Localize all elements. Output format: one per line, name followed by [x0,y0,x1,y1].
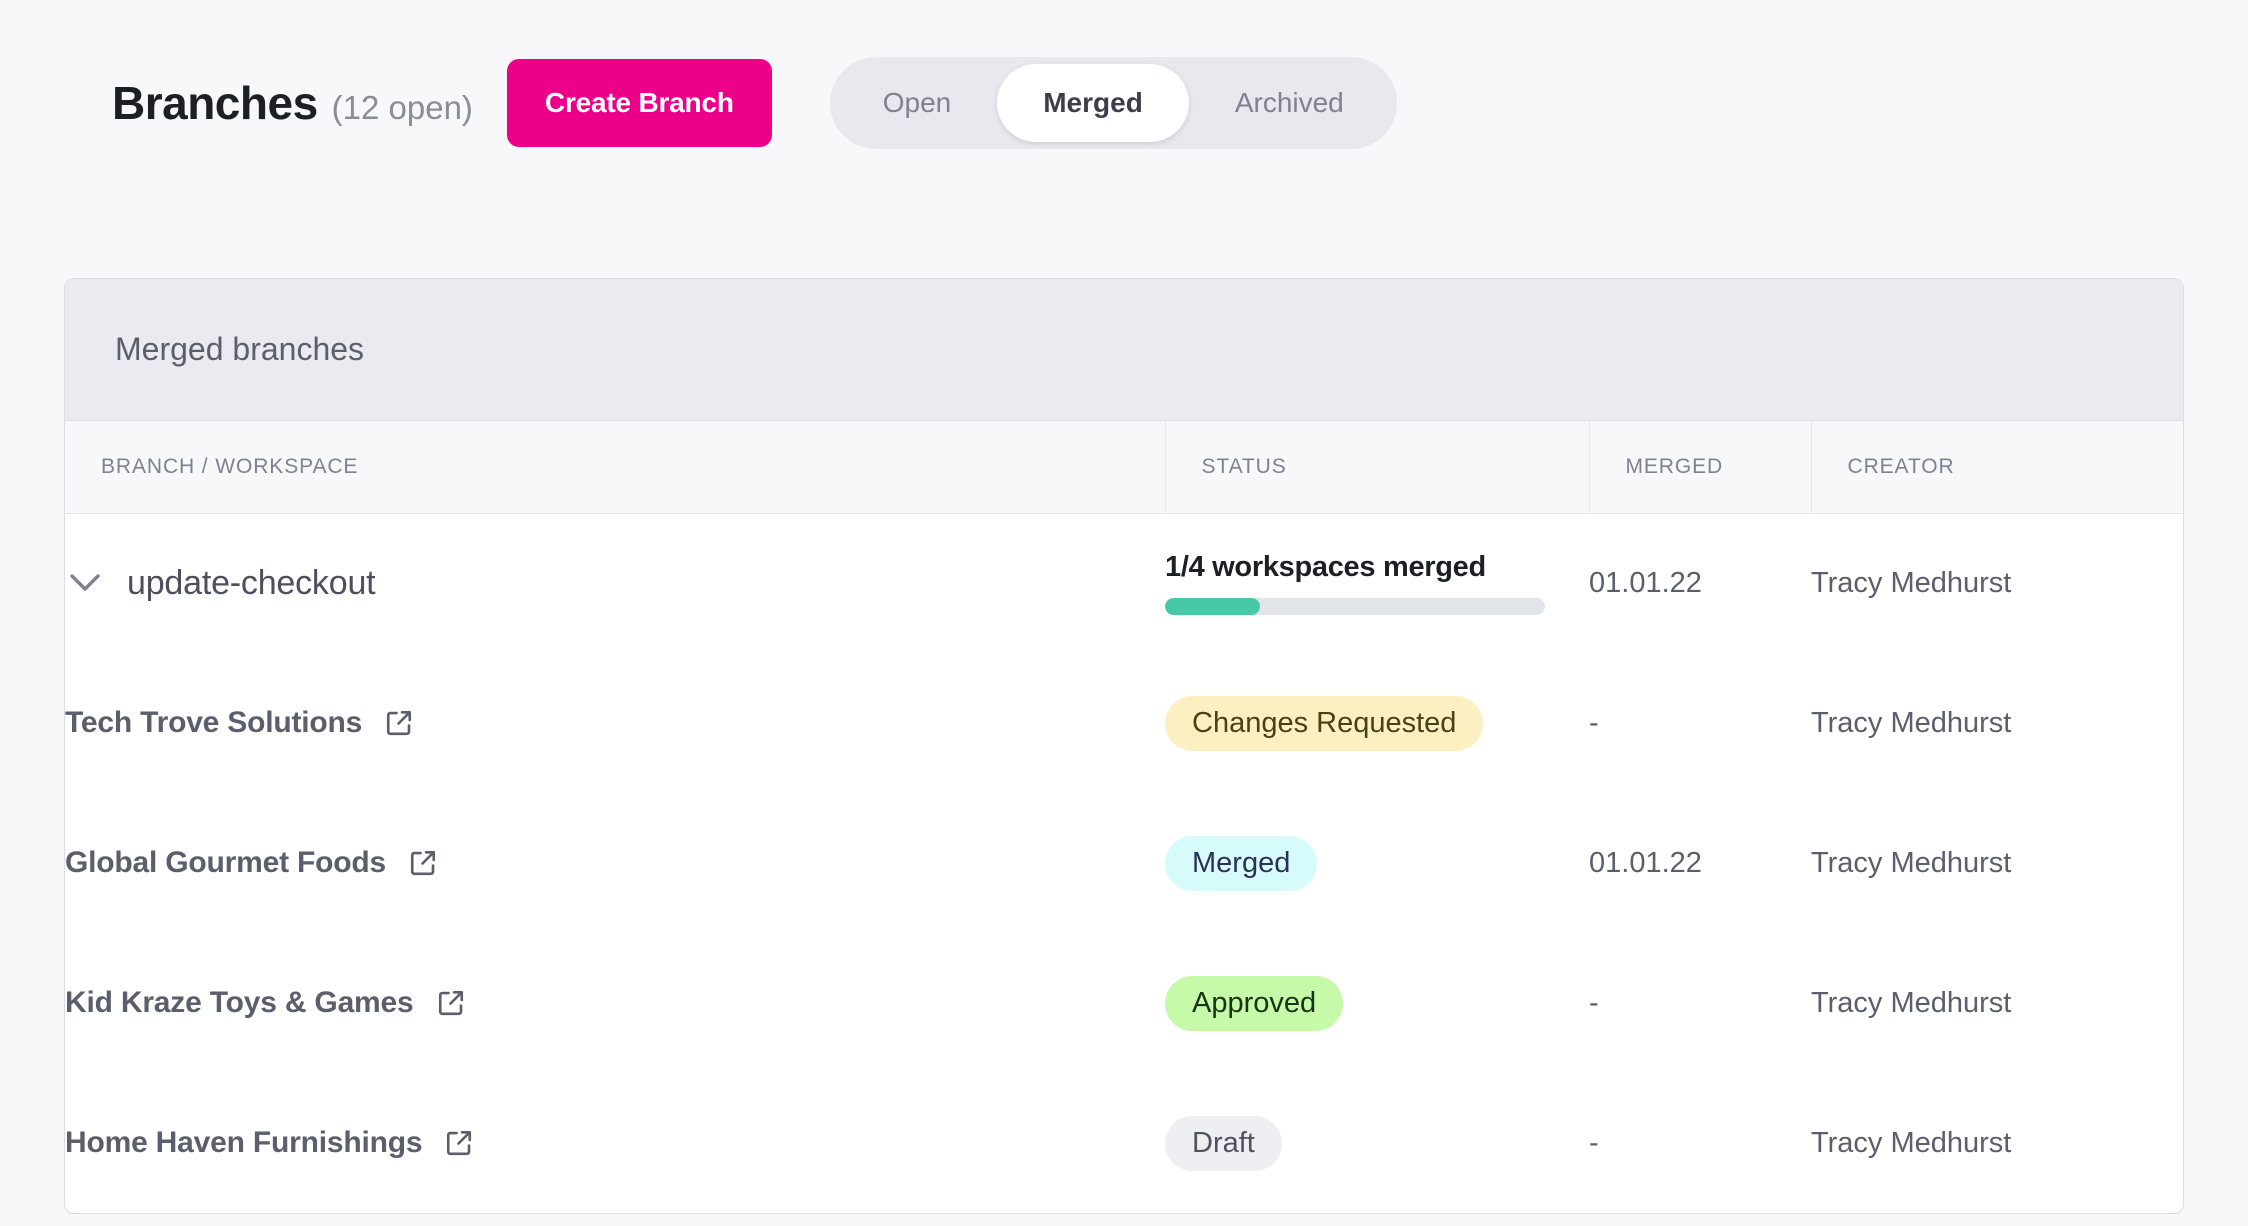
workspace-name-label: Kid Kraze Toys & Games [65,986,414,1020]
cell-workspace-name: Tech Trove Solutions [65,653,1165,793]
status-badge: Approved [1165,976,1343,1031]
table-row[interactable]: Kid Kraze Toys & Games Approved [65,933,2184,1073]
cell-merged-date: - [1589,933,1811,1073]
column-header-creator: CREATOR [1811,421,2184,513]
column-header-status: STATUS [1165,421,1589,513]
cell-creator: Tracy Medhurst [1811,1073,2184,1213]
status-badge: Draft [1165,1116,1282,1171]
cell-creator: Tracy Medhurst [1811,653,2184,793]
workspace-name-label: Global Gourmet Foods [65,846,386,880]
cell-status: Approved [1165,933,1589,1073]
cell-creator: Tracy Medhurst [1811,933,2184,1073]
open-branch-count: (12 open) [332,89,473,127]
cell-merged-date: 01.01.22 [1589,513,1811,653]
tab-open[interactable]: Open [837,64,998,142]
external-link-icon[interactable] [444,1128,474,1158]
creator-value: Tracy Medhurst [1811,987,2011,1019]
table-row[interactable]: Home Haven Furnishings Draft [65,1073,2184,1213]
branch-name-label: update-checkout [127,564,375,603]
table-row[interactable]: Global Gourmet Foods Merged [65,793,2184,933]
column-header-branch: BRANCH / WORKSPACE [65,421,1165,513]
progress-bar-track [1165,598,1545,615]
table-row-branch-parent[interactable]: update-checkout 1/4 workspaces merged 01… [65,513,2184,653]
merged-date-value: 01.01.22 [1589,847,1702,879]
column-header-merged: MERGED [1589,421,1811,513]
page-toolbar: Branches (12 open) Create Branch Open Me… [0,0,2248,206]
cell-branch-name: update-checkout [65,513,1165,653]
merged-branches-card: Merged branches BRANCH / WORKSPACE STATU… [64,278,2184,1214]
cell-workspace-name: Global Gourmet Foods [65,793,1165,933]
cell-status: Draft [1165,1073,1589,1213]
chevron-down-icon[interactable] [65,563,105,603]
cell-merged-date: 01.01.22 [1589,793,1811,933]
workspace-name-label: Tech Trove Solutions [65,706,362,740]
create-branch-button[interactable]: Create Branch [507,59,772,147]
branches-page: Branches (12 open) Create Branch Open Me… [0,0,2248,1226]
card-header: Merged branches [65,279,2183,421]
external-link-icon[interactable] [384,708,414,738]
creator-value: Tracy Medhurst [1811,707,2011,739]
cell-creator: Tracy Medhurst [1811,793,2184,933]
status-badge: Merged [1165,836,1317,891]
cell-status: Merged [1165,793,1589,933]
external-link-icon[interactable] [408,848,438,878]
page-title-text: Branches [112,76,318,130]
merged-date-value: - [1589,707,1599,739]
progress-label: 1/4 workspaces merged [1165,551,1545,584]
cell-merged-date: - [1589,1073,1811,1213]
table-row[interactable]: Tech Trove Solutions Changes Req [65,653,2184,793]
card-title: Merged branches [115,331,364,368]
tab-merged[interactable]: Merged [997,64,1189,142]
merged-date-value: - [1589,987,1599,1019]
creator-value: Tracy Medhurst [1811,847,2011,879]
cell-branch-progress: 1/4 workspaces merged [1165,513,1589,653]
tab-archived[interactable]: Archived [1189,64,1390,142]
cell-status: Changes Requested [1165,653,1589,793]
page-title: Branches (12 open) [112,76,473,130]
cell-workspace-name: Kid Kraze Toys & Games [65,933,1165,1073]
branches-table: BRANCH / WORKSPACE STATUS MERGED CREATOR [65,421,2184,1213]
merged-date-value: - [1589,1127,1599,1159]
table-header-row: BRANCH / WORKSPACE STATUS MERGED CREATOR [65,421,2184,513]
status-badge: Changes Requested [1165,696,1483,751]
cell-creator: Tracy Medhurst [1811,513,2184,653]
creator-value: Tracy Medhurst [1811,1127,2011,1159]
cell-merged-date: - [1589,653,1811,793]
cell-workspace-name: Home Haven Furnishings [65,1073,1165,1213]
external-link-icon[interactable] [436,988,466,1018]
workspace-name-label: Home Haven Furnishings [65,1126,422,1160]
branch-filter-segmented-control: Open Merged Archived [830,57,1397,149]
creator-value: Tracy Medhurst [1811,567,2011,599]
table-header: BRANCH / WORKSPACE STATUS MERGED CREATOR [65,421,2184,513]
merged-date-value: 01.01.22 [1589,567,1702,599]
progress-bar-fill [1165,598,1260,615]
table-body: update-checkout 1/4 workspaces merged 01… [65,513,2184,1213]
